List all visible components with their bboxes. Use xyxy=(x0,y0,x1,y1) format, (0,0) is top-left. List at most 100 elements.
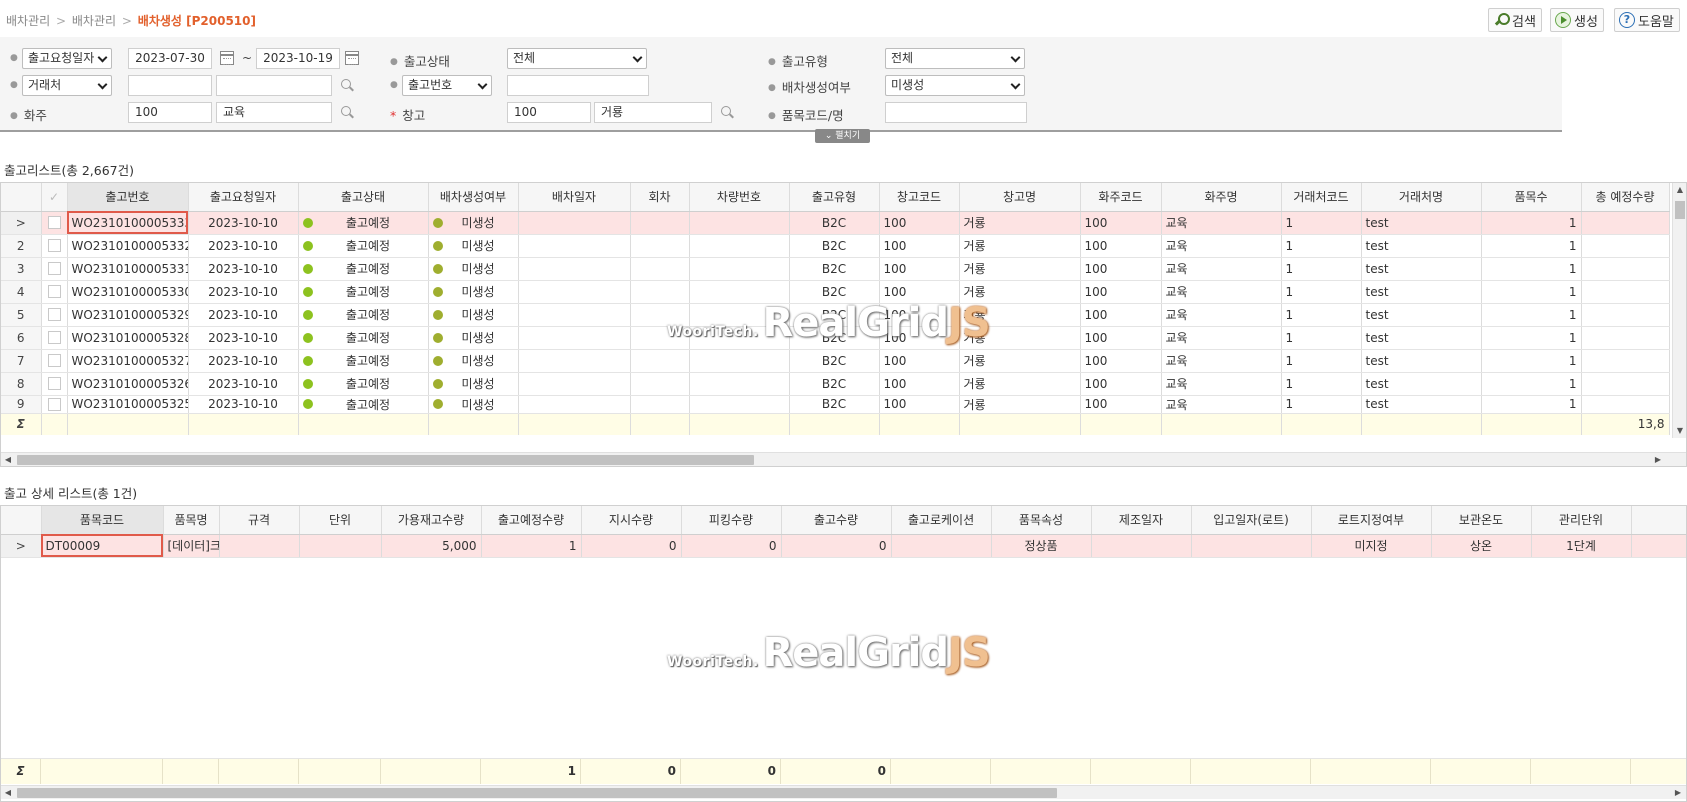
plan-qty-cell[interactable]: 1 xyxy=(481,534,582,558)
req-date-cell[interactable]: 2023-10-10 xyxy=(188,372,299,396)
scroll-up-icon[interactable]: ▲ xyxy=(1673,183,1686,197)
order-no-cell[interactable]: WO2310100005333 xyxy=(67,211,189,235)
order-no-cell[interactable]: WO2310100005327 xyxy=(67,349,189,373)
table-row[interactable]: > WO2310100005333 2023-10-10 출고예정 미생성 B2C 100 거… xyxy=(1,211,1670,235)
doc-type-select[interactable]: 출고번호 xyxy=(402,75,492,96)
out-qty-cell[interactable]: 0 xyxy=(781,534,892,558)
owner-name-cell[interactable]: 교육 xyxy=(1161,211,1282,235)
total-qty-cell[interactable] xyxy=(1581,257,1670,281)
doc-no-input[interactable] xyxy=(507,75,649,96)
scroll-right-icon[interactable]: ▶ xyxy=(1671,786,1685,800)
item-count-cell[interactable]: 1 xyxy=(1481,211,1582,235)
wh-code-cell[interactable]: 100 xyxy=(879,372,960,396)
table-row[interactable]: 2 WO2310100005332 2023-10-10 출고예정 미생성 B2C 100 거… xyxy=(1,234,1670,258)
table-row[interactable]: 3 WO2310100005331 2023-10-10 출고예정 미생성 B2C 100 거… xyxy=(1,257,1670,281)
wh-code-cell[interactable]: 100 xyxy=(879,234,960,258)
partner-name-cell[interactable]: test xyxy=(1361,234,1482,258)
owner-name-cell[interactable]: 교육 xyxy=(1161,349,1282,373)
attr-cell[interactable]: 정상품 xyxy=(991,534,1092,558)
req-date-cell[interactable]: 2023-10-10 xyxy=(188,395,299,414)
calendar-icon[interactable] xyxy=(345,51,359,65)
type-cell[interactable]: B2C xyxy=(789,234,880,258)
partner-code-cell[interactable]: 1 xyxy=(1281,349,1362,373)
row-number[interactable]: 8 xyxy=(1,372,42,396)
item-count-cell[interactable]: 1 xyxy=(1481,303,1582,327)
row-number[interactable]: 5 xyxy=(1,303,42,327)
master-horizontal-scrollbar[interactable]: ◀ ▶ xyxy=(1,452,1686,466)
row-checkbox[interactable] xyxy=(47,216,61,229)
order-no-cell[interactable]: WO2310100005332 xyxy=(67,234,189,258)
location-cell[interactable] xyxy=(891,534,992,558)
search-icon[interactable] xyxy=(340,105,354,119)
breadcrumb-item[interactable]: 배차관리 xyxy=(72,14,116,28)
col-header[interactable]: 규격 xyxy=(219,506,300,535)
status-cell[interactable]: 출고예정 xyxy=(298,326,429,350)
dispatch-cell[interactable]: 미생성 xyxy=(428,211,519,235)
status-cell[interactable]: 출고예정 xyxy=(298,211,429,235)
col-header[interactable]: 품목속성 xyxy=(991,506,1092,535)
create-button[interactable]: 생성 xyxy=(1550,8,1604,32)
status-cell[interactable]: 출고예정 xyxy=(298,280,429,304)
dispatch-cell[interactable]: 미생성 xyxy=(428,395,519,414)
wh-name-cell[interactable]: 거룡 xyxy=(959,257,1081,281)
req-date-cell[interactable]: 2023-10-10 xyxy=(188,349,299,373)
total-qty-cell[interactable] xyxy=(1581,326,1670,350)
wh-name-cell[interactable]: 거룡 xyxy=(959,234,1081,258)
item-count-cell[interactable]: 1 xyxy=(1481,234,1582,258)
type-cell[interactable]: B2C xyxy=(789,372,880,396)
in-date-cell[interactable] xyxy=(1191,534,1312,558)
vehicle-cell[interactable] xyxy=(689,349,790,373)
owner-name-cell[interactable]: 교육 xyxy=(1161,280,1282,304)
partner-name-cell[interactable]: test xyxy=(1361,349,1482,373)
partner-name-cell[interactable]: test xyxy=(1361,372,1482,396)
partner-code-cell[interactable]: 1 xyxy=(1281,280,1362,304)
item-count-cell[interactable]: 1 xyxy=(1481,326,1582,350)
col-header[interactable]: 가용재고수량 xyxy=(381,506,482,535)
col-header[interactable]: 거래처코드 xyxy=(1281,183,1362,212)
owner-code-cell[interactable]: 100 xyxy=(1080,349,1162,373)
col-header[interactable]: 회차 xyxy=(630,183,690,212)
dispatch-date-cell[interactable] xyxy=(518,349,631,373)
owner-code-cell[interactable]: 100 xyxy=(1080,372,1162,396)
detail-horizontal-scrollbar[interactable]: ◀ ▶ xyxy=(1,785,1686,799)
status-cell[interactable]: 출고예정 xyxy=(298,395,429,414)
total-qty-cell[interactable] xyxy=(1581,303,1670,327)
total-qty-cell[interactable] xyxy=(1581,234,1670,258)
owner-code-cell[interactable]: 100 xyxy=(1080,280,1162,304)
round-cell[interactable] xyxy=(630,234,690,258)
owner-code-cell[interactable]: 100 xyxy=(1080,303,1162,327)
row-number[interactable]: 9 xyxy=(1,395,42,414)
col-header[interactable]: 출고번호 xyxy=(67,183,189,212)
detail-hscroll-thumb[interactable] xyxy=(17,788,1057,798)
row-checkbox[interactable] xyxy=(47,377,61,390)
partner-name-cell[interactable]: test xyxy=(1361,257,1482,281)
scroll-down-icon[interactable]: ▼ xyxy=(1673,424,1686,438)
row-checkbox[interactable] xyxy=(47,239,61,252)
row-number[interactable]: 7 xyxy=(1,349,42,373)
order-no-cell[interactable]: WO2310100005329 xyxy=(67,303,189,327)
order-no-cell[interactable]: WO2310100005331 xyxy=(67,257,189,281)
vehicle-cell[interactable] xyxy=(689,234,790,258)
item-count-cell[interactable]: 1 xyxy=(1481,257,1582,281)
col-header[interactable]: 출고수량 xyxy=(781,506,892,535)
owner-code-cell[interactable]: 100 xyxy=(1080,211,1162,235)
mgmt-unit-cell[interactable]: 1단계 xyxy=(1531,534,1632,558)
round-cell[interactable] xyxy=(630,349,690,373)
date-from-input[interactable]: 2023-07-30 xyxy=(128,48,212,69)
dispatch-cell[interactable]: 미생성 xyxy=(428,303,519,327)
wh-name-cell[interactable]: 거룡 xyxy=(959,349,1081,373)
round-cell[interactable] xyxy=(630,257,690,281)
row-checkbox-cell[interactable] xyxy=(41,280,68,304)
dispatch-date-cell[interactable] xyxy=(518,211,631,235)
partner-code-cell[interactable]: 1 xyxy=(1281,326,1362,350)
col-header[interactable]: 로트지정여부 xyxy=(1311,506,1432,535)
type-cell[interactable]: B2C xyxy=(789,257,880,281)
checkbox-header[interactable]: ✓ xyxy=(41,183,68,212)
help-button[interactable]: ? 도움말 xyxy=(1614,8,1680,32)
scroll-left-icon[interactable]: ◀ xyxy=(1,453,15,466)
row-number[interactable]: 4 xyxy=(1,280,42,304)
row-checkbox-cell[interactable] xyxy=(41,326,68,350)
order-no-cell[interactable]: WO2310100005328 xyxy=(67,326,189,350)
item-count-cell[interactable]: 1 xyxy=(1481,349,1582,373)
row-checkbox[interactable] xyxy=(47,354,61,367)
